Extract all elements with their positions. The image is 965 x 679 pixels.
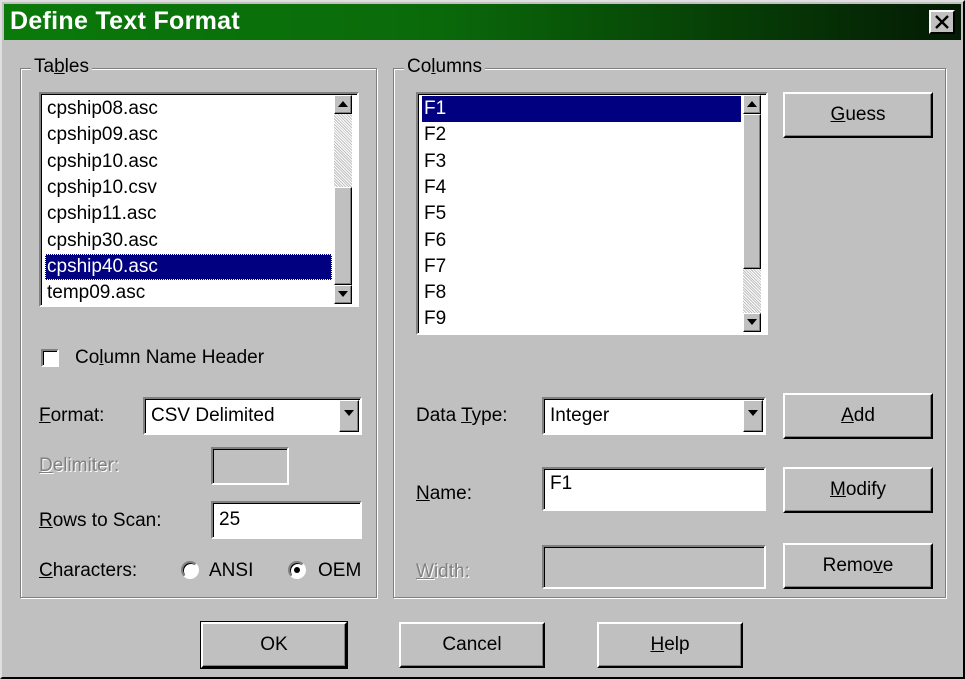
guess-button[interactable]: Guess bbox=[783, 92, 933, 138]
columns-group: Columns F1 F2 F3 F4 F5 F6 F7 F8 F9 Guess Data Ty… bbox=[393, 56, 946, 598]
list-item[interactable]: temp09.asc bbox=[45, 280, 332, 306]
ok-button-label: OK bbox=[260, 634, 288, 655]
list-item[interactable]: F2 bbox=[422, 122, 741, 148]
characters-label: Characters: bbox=[39, 560, 138, 581]
list-item[interactable]: F7 bbox=[422, 254, 741, 280]
data-type-combobox[interactable]: Integer bbox=[542, 397, 766, 435]
tables-group-title: Tables bbox=[31, 56, 92, 78]
window-title: Define Text Format bbox=[10, 7, 240, 35]
list-item[interactable]: cpship10.csv bbox=[45, 175, 332, 201]
list-item[interactable]: F6 bbox=[422, 228, 741, 254]
name-value: F1 bbox=[550, 473, 573, 494]
tables-listbox[interactable]: cpship08.asc cpship09.asc cpship10.asc cpsh… bbox=[39, 92, 359, 307]
tables-scroll-thumb[interactable] bbox=[334, 187, 352, 285]
list-item[interactable]: F5 bbox=[422, 201, 741, 227]
close-button[interactable] bbox=[929, 10, 955, 34]
rows-to-scan-value: 25 bbox=[219, 509, 241, 530]
data-type-label: Data Type: bbox=[416, 405, 508, 426]
rows-to-scan-input[interactable]: 25 bbox=[211, 501, 362, 539]
columns-scroll-down-button[interactable] bbox=[743, 313, 761, 332]
add-button-label: Add bbox=[841, 405, 875, 426]
help-button[interactable]: Help bbox=[597, 622, 743, 668]
list-item[interactable]: F9 bbox=[422, 306, 741, 332]
delimiter-label: Delimiter: bbox=[39, 455, 120, 476]
tables-scrollbar[interactable] bbox=[334, 95, 352, 304]
list-item[interactable]: cpship09.asc bbox=[45, 122, 332, 148]
oem-radio-dot bbox=[294, 567, 300, 573]
columns-listbox[interactable]: F1 F2 F3 F4 F5 F6 F7 F8 F9 bbox=[416, 92, 768, 335]
remove-button[interactable]: Remove bbox=[783, 543, 933, 589]
columns-scroll-up-button[interactable] bbox=[743, 95, 761, 114]
name-input[interactable]: F1 bbox=[542, 467, 766, 511]
format-combobox[interactable]: CSV Delimited bbox=[143, 397, 362, 435]
tables-scroll-down-button[interactable] bbox=[334, 285, 352, 304]
format-value: CSV Delimited bbox=[151, 405, 275, 426]
list-item[interactable]: F1 bbox=[422, 96, 741, 122]
scroll-down-arrow-icon bbox=[338, 291, 348, 297]
columns-scrollbar[interactable] bbox=[743, 95, 761, 332]
list-item[interactable]: cpship40.asc bbox=[45, 253, 332, 280]
list-item[interactable]: cpship30.asc bbox=[45, 228, 332, 254]
list-item[interactable]: F4 bbox=[422, 175, 741, 201]
list-item[interactable]: F8 bbox=[422, 280, 741, 306]
list-item[interactable]: F3 bbox=[422, 149, 741, 175]
format-label: Format: bbox=[39, 405, 105, 426]
scroll-down-arrow-icon bbox=[747, 319, 757, 325]
column-name-header-label[interactable]: Column Name Header bbox=[75, 347, 264, 369]
remove-button-label: Remove bbox=[822, 555, 894, 576]
tables-scroll-up-button[interactable] bbox=[334, 95, 352, 114]
data-type-value: Integer bbox=[550, 405, 610, 426]
column-name-header-checkbox[interactable] bbox=[41, 349, 59, 367]
dialog-window: Define Text Format Tables cpship08.asc cp… bbox=[0, 0, 965, 679]
list-item[interactable]: cpship11.asc bbox=[45, 201, 332, 227]
cancel-button[interactable]: Cancel bbox=[399, 622, 545, 668]
chevron-down-icon bbox=[748, 410, 758, 416]
ansi-radio[interactable] bbox=[181, 561, 199, 579]
width-label: Width: bbox=[416, 561, 470, 582]
width-field[interactable] bbox=[542, 545, 766, 589]
columns-scroll-track[interactable] bbox=[743, 269, 761, 313]
rows-to-scan-label: Rows to Scan: bbox=[39, 510, 162, 531]
name-label: Name: bbox=[416, 483, 472, 504]
oem-label[interactable]: OEM bbox=[318, 560, 361, 582]
delimiter-field[interactable] bbox=[211, 447, 289, 485]
ok-button[interactable]: OK bbox=[200, 621, 348, 669]
ansi-label[interactable]: ANSI bbox=[209, 560, 253, 582]
data-type-dropdown-button[interactable] bbox=[743, 400, 763, 432]
help-button-label: Help bbox=[650, 634, 690, 655]
tables-group: Tables cpship08.asc cpship09.asc cpship10.… bbox=[20, 56, 377, 598]
chevron-down-icon bbox=[344, 410, 354, 416]
title-bar[interactable]: Define Text Format bbox=[4, 4, 961, 40]
add-button[interactable]: Add bbox=[783, 393, 933, 439]
oem-radio[interactable] bbox=[288, 561, 306, 579]
guess-button-label: Guess bbox=[830, 104, 886, 125]
close-icon bbox=[935, 15, 949, 29]
cancel-button-label: Cancel bbox=[442, 634, 502, 655]
tables-scroll-track[interactable] bbox=[334, 114, 352, 187]
list-item[interactable]: cpship08.asc bbox=[45, 96, 332, 122]
format-dropdown-button[interactable] bbox=[339, 400, 359, 432]
columns-group-title: Columns bbox=[404, 56, 485, 78]
modify-button-label: Modify bbox=[830, 479, 886, 500]
list-item[interactable]: cpship10.asc bbox=[45, 149, 332, 175]
columns-scroll-thumb[interactable] bbox=[743, 114, 761, 269]
scroll-up-arrow-icon bbox=[747, 101, 757, 107]
scroll-up-arrow-icon bbox=[338, 101, 348, 107]
modify-button[interactable]: Modify bbox=[783, 467, 933, 513]
